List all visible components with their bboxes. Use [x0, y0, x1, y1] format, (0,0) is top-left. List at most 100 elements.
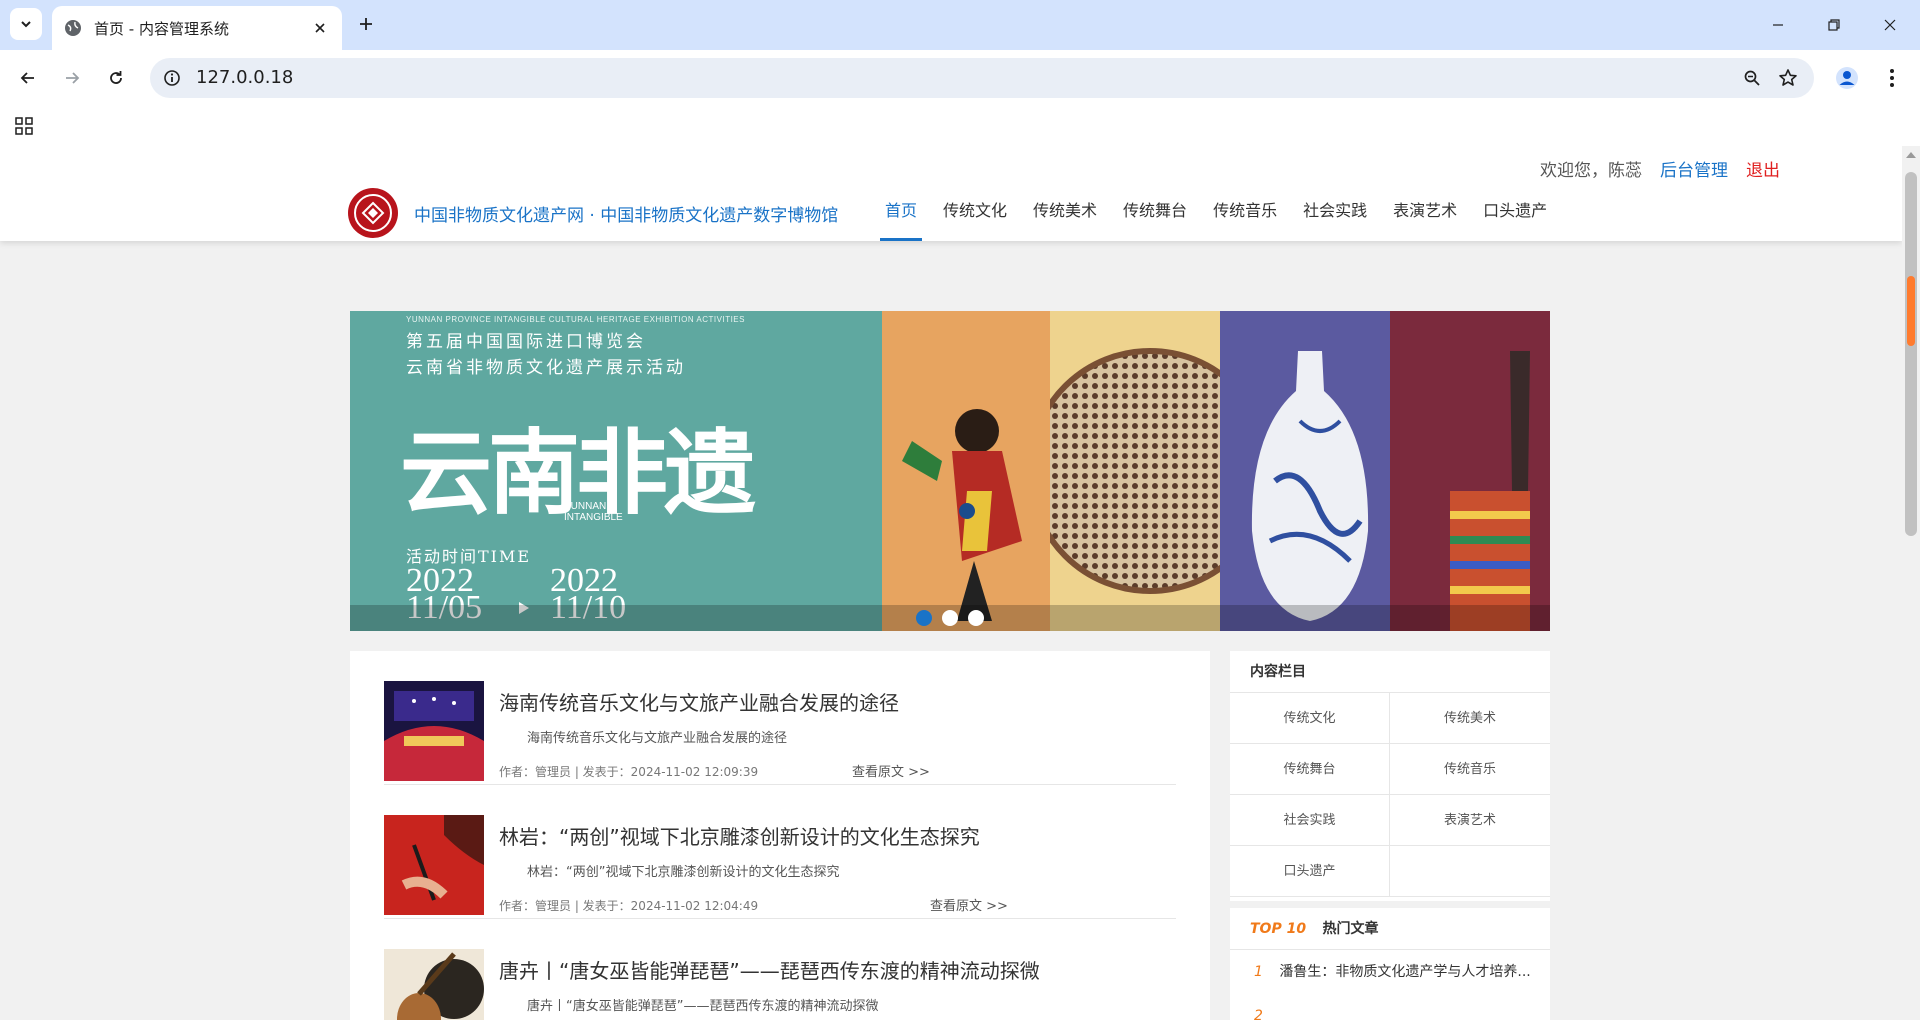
category-traditional-art[interactable]: 传统美术 [1390, 693, 1550, 744]
zoom-icon[interactable] [1740, 66, 1764, 90]
scrollbar-thumb[interactable] [1905, 172, 1917, 536]
article-thumbnail[interactable] [384, 815, 484, 915]
carousel-dots [916, 610, 984, 626]
page-scrollbar[interactable] [1902, 146, 1920, 1020]
article-summary: 海南传统音乐文化与文旅产业融合发展的途径 [527, 731, 788, 746]
site-logo[interactable] [348, 188, 398, 238]
carousel-dot-3[interactable] [968, 610, 984, 626]
more-vertical-icon [1890, 69, 1894, 87]
scroll-position-marker [1907, 276, 1915, 346]
nav-item-oral-heritage[interactable]: 口头遗产 [1470, 196, 1560, 241]
list-item: 海南传统音乐文化与文旅产业融合发展的途径 海南传统音乐文化与文旅产业融合发展的途… [384, 651, 1176, 785]
close-icon [1884, 19, 1896, 31]
article-summary: 唐卉丨“唐女巫皆能弹琵琶”——琵琶西传东渡的精神流动探微 [527, 999, 879, 1014]
apps-grid-icon[interactable] [12, 114, 36, 138]
top-article-item[interactable]: 2 [1230, 994, 1550, 1020]
article-thumbnail[interactable] [384, 949, 484, 1020]
banner-carousel[interactable]: YUNNAN PROVINCE INTANGIBLE CULTURAL HERI… [350, 311, 1550, 631]
banner-english: YUNNAN INTANGIBLE [564, 501, 623, 523]
address-bar[interactable]: 127.0.0.18 [150, 58, 1814, 98]
category-panel: 内容栏目 传统文化 传统美术 传统舞台 传统音乐 社会实践 表演艺术 口头遗产 [1230, 651, 1550, 901]
category-panel-title: 内容栏目 [1230, 651, 1550, 693]
profile-button[interactable] [1831, 62, 1863, 94]
forward-button[interactable] [56, 62, 88, 94]
browser-tab[interactable]: 首页 - 内容管理系统 [52, 6, 342, 50]
bookmark-star-icon[interactable] [1776, 66, 1800, 90]
category-grid: 传统文化 传统美术 传统舞台 传统音乐 社会实践 表演艺术 口头遗产 [1230, 693, 1550, 897]
banner-line1: 第五届中国国际进口博览会 [406, 332, 646, 352]
category-empty [1390, 846, 1550, 897]
minimize-button[interactable] [1750, 0, 1806, 50]
site-info-icon[interactable] [160, 66, 184, 90]
arrow-right-icon [66, 72, 80, 84]
close-tab-icon[interactable] [310, 18, 330, 38]
top10-label: TOP 10 [1250, 921, 1307, 937]
chevron-down-icon [21, 21, 31, 28]
nav-item-traditional-stage[interactable]: 传统舞台 [1110, 196, 1200, 241]
main-nav: 首页 传统文化 传统美术 传统舞台 传统音乐 社会实践 表演艺术 口头遗产 [872, 196, 1560, 241]
carousel-dot-1[interactable] [916, 610, 932, 626]
embroidery-image [1027, 311, 1273, 631]
top-article-rank: 2 [1254, 1008, 1263, 1020]
shadow-puppet-image [882, 311, 1050, 631]
category-traditional-culture[interactable]: 传统文化 [1230, 693, 1390, 744]
tab-search-button[interactable] [10, 8, 42, 40]
nav-item-social-practice[interactable]: 社会实践 [1290, 196, 1380, 241]
user-bar: 欢迎您，陈蕊 后台管理 退出 [1540, 156, 1780, 181]
restore-icon [1828, 19, 1840, 31]
top-article-rank: 1 [1254, 964, 1263, 980]
browser-toolbar: 127.0.0.18 [0, 50, 1920, 106]
article-title[interactable]: 林岩：“两创”视域下北京雕漆创新设计的文化生态探究 [499, 821, 980, 850]
close-window-button[interactable] [1862, 0, 1918, 50]
restore-button[interactable] [1806, 0, 1862, 50]
nav-item-traditional-art[interactable]: 传统美术 [1020, 196, 1110, 241]
article-meta: 作者：管理员 | 发表于：2024-11-02 12:09:39 [499, 765, 759, 779]
category-traditional-stage[interactable]: 传统舞台 [1230, 744, 1390, 795]
nav-item-performing-arts[interactable]: 表演艺术 [1380, 196, 1470, 241]
porcelain-vase-image [1220, 311, 1390, 631]
new-tab-button[interactable] [352, 10, 380, 38]
textile-image [1390, 311, 1550, 631]
category-performing-arts[interactable]: 表演艺术 [1390, 795, 1550, 846]
browser-tab-bar: 首页 - 内容管理系统 [0, 0, 1920, 50]
category-social-practice[interactable]: 社会实践 [1230, 795, 1390, 846]
reload-button[interactable] [100, 62, 132, 94]
list-item: 唐卉丨“唐女巫皆能弹琵琶”——琵琶西传东渡的精神流动探微 唐卉丨“唐女巫皆能弹琵… [384, 919, 1176, 1020]
read-more-link[interactable]: 查看原文 >> [930, 895, 1008, 914]
profile-icon [1836, 67, 1858, 89]
back-button[interactable] [12, 62, 44, 94]
plus-icon [360, 18, 372, 30]
article-title[interactable]: 唐卉丨“唐女巫皆能弹琵琶”——琵琶西传东渡的精神流动探微 [499, 955, 1040, 984]
list-item: 林岩：“两创”视域下北京雕漆创新设计的文化生态探究 林岩：“两创”视域下北京雕漆… [384, 785, 1176, 919]
banner-tiny-caption: YUNNAN PROVINCE INTANGIBLE CULTURAL HERI… [406, 315, 745, 324]
page-viewport: 欢迎您，陈蕊 后台管理 退出 中国非物质文化遗产网 · 中国非物质文化遗产数字博… [0, 146, 1902, 1020]
article-thumbnail[interactable] [384, 681, 484, 781]
tab-title: 首页 - 内容管理系统 [94, 19, 229, 38]
top-article-title[interactable]: 潘鲁生：非物质文化遗产学与人才培养... [1279, 964, 1530, 980]
minimize-icon [1773, 24, 1783, 26]
top-article-item[interactable]: 1 潘鲁生：非物质文化遗产学与人才培养... [1230, 950, 1550, 994]
logout-link[interactable]: 退出 [1746, 156, 1780, 181]
reload-icon [110, 71, 122, 84]
category-traditional-music[interactable]: 传统音乐 [1390, 744, 1550, 795]
category-oral-heritage[interactable]: 口头遗产 [1230, 846, 1390, 897]
admin-link[interactable]: 后台管理 [1660, 156, 1728, 181]
carousel-dot-2[interactable] [942, 610, 958, 626]
article-title[interactable]: 海南传统音乐文化与文旅产业融合发展的途径 [499, 687, 899, 716]
welcome-text: 欢迎您，陈蕊 [1540, 161, 1642, 181]
nav-item-home[interactable]: 首页 [872, 196, 930, 241]
menu-button[interactable] [1876, 62, 1908, 94]
scroll-up-arrow-icon[interactable] [1906, 152, 1916, 158]
top-articles-panel: TOP 10 热门文章 1 潘鲁生：非物质文化遗产学与人才培养... 2 [1230, 908, 1550, 1020]
site-header: 欢迎您，陈蕊 后台管理 退出 中国非物质文化遗产网 · 中国非物质文化遗产数字博… [0, 146, 1902, 241]
nav-item-traditional-music[interactable]: 传统音乐 [1200, 196, 1290, 241]
top-articles-header: TOP 10 热门文章 [1230, 908, 1550, 950]
url-text[interactable]: 127.0.0.18 [196, 67, 293, 88]
hot-articles-title: 热门文章 [1322, 921, 1379, 937]
read-more-link[interactable]: 查看原文 >> [852, 761, 930, 780]
article-meta: 作者：管理员 | 发表于：2024-11-02 12:04:49 [499, 899, 759, 913]
banner-poster: YUNNAN PROVINCE INTANGIBLE CULTURAL HERI… [350, 311, 882, 631]
site-name[interactable]: 中国非物质文化遗产网 · 中国非物质文化遗产数字博物馆 [414, 201, 838, 226]
article-summary: 林岩：“两创”视域下北京雕漆创新设计的文化生态探究 [527, 865, 840, 880]
nav-item-traditional-culture[interactable]: 传统文化 [930, 196, 1020, 241]
